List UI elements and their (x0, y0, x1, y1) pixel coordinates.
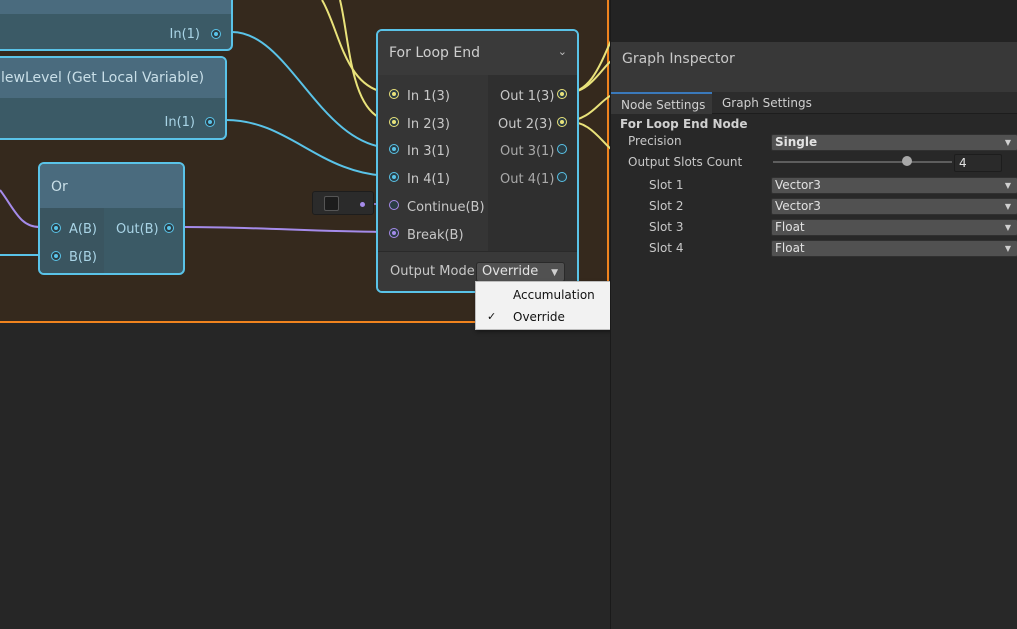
tab-graph-settings[interactable]: Graph Settings (722, 92, 832, 114)
port-out1[interactable] (557, 89, 567, 99)
menu-item-label: Override (513, 310, 565, 324)
port-a[interactable] (51, 223, 61, 233)
section-title: For Loop End Node (620, 117, 748, 131)
inspector-title-bar[interactable]: Graph Inspector (611, 42, 1017, 92)
constant-bool-widget[interactable] (312, 191, 374, 215)
port-in[interactable] (211, 29, 221, 39)
slot-4-value: Float (775, 241, 805, 255)
port-label-in: In(1) (164, 115, 196, 130)
slot-2-label: Slot 2 (649, 199, 684, 213)
tab-label: Graph Settings (722, 96, 812, 110)
node-or[interactable]: Or A(B) B(B) Out(B) (38, 162, 185, 275)
port-in3[interactable] (389, 144, 399, 154)
port-label-b: B(B) (69, 250, 97, 265)
check-icon: ✓ (487, 310, 497, 323)
caret-down-icon: ▼ (1004, 244, 1011, 253)
port-label-in: In(1) (169, 27, 201, 42)
port-in2[interactable] (389, 117, 399, 127)
inspector-top-area (611, 0, 1017, 42)
port-label-out4: Out 4(1) (500, 172, 555, 187)
slot-1-label: Slot 1 (649, 178, 684, 192)
wire-purple-a (0, 189, 41, 228)
graph-editor: In(1) lewLevel (Get Local Variable) In(1… (0, 0, 1017, 629)
precision-value: Single (775, 135, 818, 149)
slot-1-dropdown[interactable]: Vector3 ▼ (771, 177, 1017, 194)
port-label-break: Break(B) (407, 228, 464, 243)
caret-down-icon: ▼ (1004, 138, 1011, 147)
port-in1[interactable] (389, 89, 399, 99)
input-ports: In 1(3) In 2(3) In 3(1) In 4(1) Continue… (378, 75, 488, 251)
slots-count-field[interactable]: 4 (954, 154, 1002, 172)
widget-port (360, 202, 365, 207)
tab-node-settings[interactable]: Node Settings (611, 92, 712, 114)
precision-dropdown[interactable]: Single ▼ (771, 134, 1017, 151)
caret-down-icon: ▼ (551, 268, 558, 278)
slot-1-value: Vector3 (775, 178, 821, 192)
slot-3-label: Slot 3 (649, 220, 684, 234)
port-out4[interactable] (557, 172, 567, 182)
caret-down-icon: ▼ (1004, 202, 1011, 211)
port-label-in2: In 2(3) (407, 117, 450, 132)
slider-thumb[interactable] (902, 156, 913, 166)
port-label-in1: In 1(3) (407, 89, 450, 104)
port-label-out3: Out 3(1) (500, 144, 555, 159)
port-b[interactable] (51, 251, 61, 261)
port-label-out: Out(B) (116, 222, 159, 237)
port-break[interactable] (389, 228, 399, 238)
slot-2-dropdown[interactable]: Vector3 ▼ (771, 198, 1017, 215)
port-label-in3: In 3(1) (407, 144, 450, 159)
node-title: lewLevel (Get Local Variable) (0, 58, 225, 98)
slots-count-slider[interactable] (773, 161, 952, 163)
node-get-local-variable[interactable]: lewLevel (Get Local Variable) In(1) (0, 56, 227, 140)
node-title: Or (40, 164, 183, 208)
wire-cyan-in3 (231, 31, 394, 149)
tab-label: Node Settings (621, 98, 706, 112)
port-continue[interactable] (389, 200, 399, 210)
port-in4[interactable] (389, 172, 399, 182)
port-label-continue: Continue(B) (407, 200, 485, 215)
port-label-out2: Out 2(3) (498, 117, 553, 132)
bool-checkbox[interactable] (324, 196, 339, 211)
wire-cyan-in4 (225, 119, 394, 177)
port-out3[interactable] (557, 144, 567, 154)
precision-label: Precision (628, 134, 682, 148)
output-mode-label: Output Mode (390, 264, 475, 279)
node-title: For Loop End (378, 31, 577, 75)
slot-3-value: Float (775, 220, 805, 234)
output-ports: Out 1(3) Out 2(3) Out 3(1) Out 4(1) (488, 75, 577, 251)
inspector-tabs: Node Settings Graph Settings (611, 92, 1017, 114)
slot-2-value: Vector3 (775, 199, 821, 213)
slots-count-value: 4 (959, 156, 967, 170)
slots-count-label: Output Slots Count (628, 155, 743, 169)
chevron-down-icon[interactable]: ⌄ (558, 45, 567, 58)
node-for-loop-end[interactable]: For Loop End ⌄ In 1(3) In 2(3) In 3(1) I… (376, 29, 579, 293)
wire-purple-break (183, 226, 394, 233)
port-label-out1: Out 1(3) (500, 89, 555, 104)
port-in[interactable] (205, 117, 215, 127)
port-out[interactable] (164, 223, 174, 233)
menu-item-label: Accumulation (513, 288, 595, 302)
caret-down-icon: ▼ (1004, 223, 1011, 232)
node-top-partial[interactable]: In(1) (0, 0, 233, 51)
graph-inspector-panel: Graph Inspector Node Settings Graph Sett… (610, 0, 1017, 629)
port-out2[interactable] (557, 117, 567, 127)
port-label-in4: In 4(1) (407, 172, 450, 187)
output-mode-dropdown[interactable]: Override ▼ (476, 262, 565, 282)
inspector-title: Graph Inspector (622, 51, 735, 67)
caret-down-icon: ▼ (1004, 181, 1011, 190)
output-mode-value: Override (482, 264, 539, 279)
port-label-a: A(B) (69, 222, 97, 237)
slot-4-label: Slot 4 (649, 241, 684, 255)
slot-3-dropdown[interactable]: Float ▼ (771, 219, 1017, 236)
slot-4-dropdown[interactable]: Float ▼ (771, 240, 1017, 257)
